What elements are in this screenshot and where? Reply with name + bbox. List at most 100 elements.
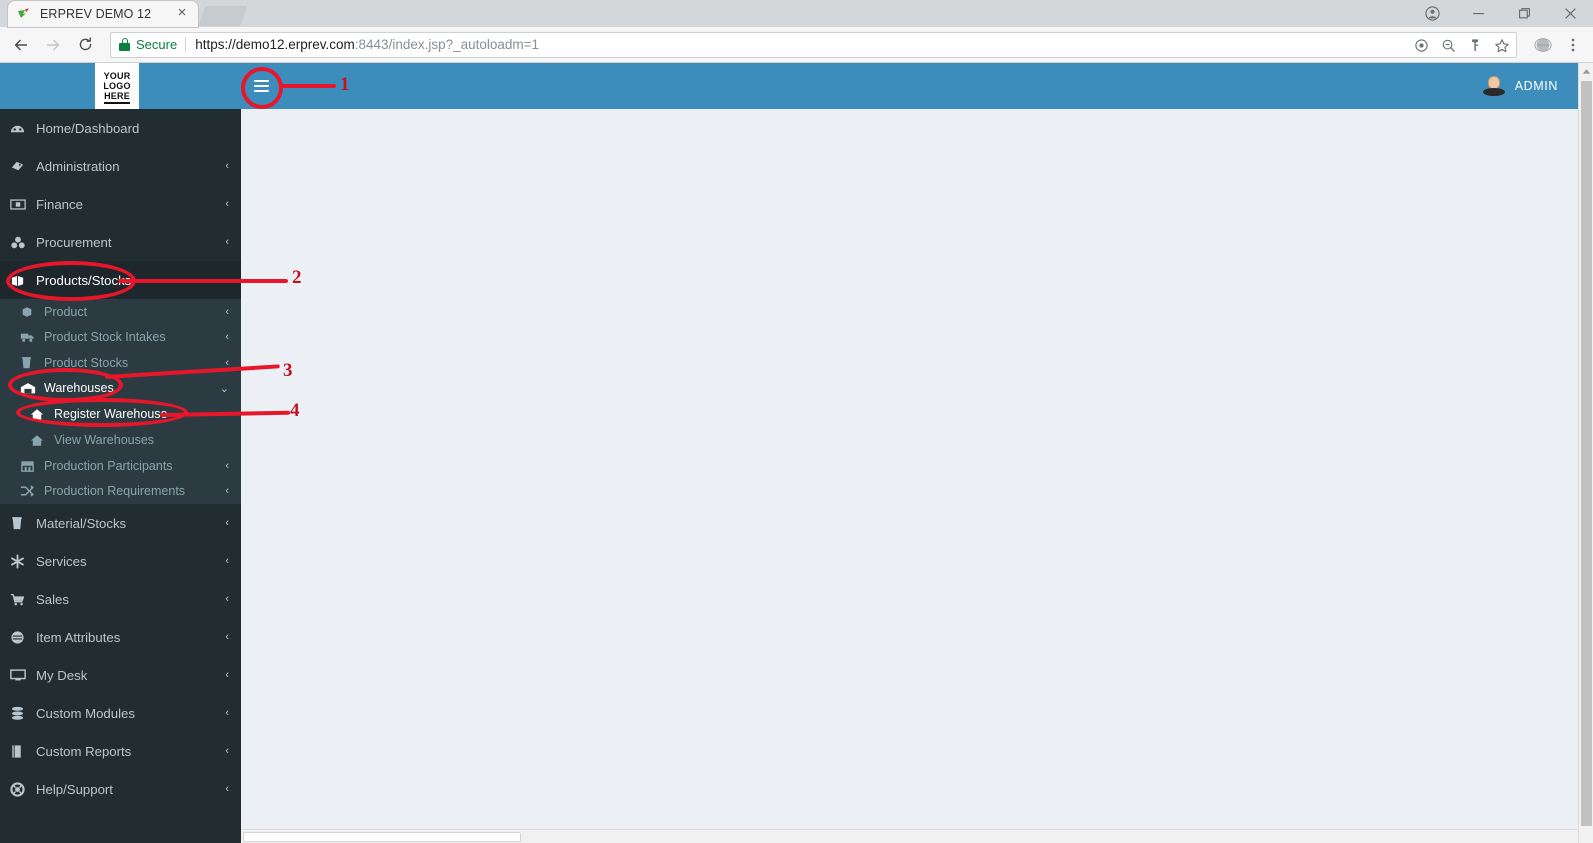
window-controls xyxy=(1409,0,1593,27)
sidebar-item-custom-reports[interactable]: Custom Reports ‹ xyxy=(0,732,241,770)
new-tab-button[interactable] xyxy=(198,6,248,26)
omnibox-icons xyxy=(1413,33,1510,59)
sidebar-item-material-stocks[interactable]: Material/Stocks ‹ xyxy=(0,504,241,542)
horizontal-scrollbar[interactable] xyxy=(241,829,1578,843)
tab-strip: ERPREV DEMO 12 × xyxy=(0,0,1593,27)
horizontal-scrollbar-thumb[interactable] xyxy=(243,832,521,842)
logo-line-3: HERE xyxy=(104,91,130,104)
sidebar-submenu-warehouses: Register Warehouse View Warehouses xyxy=(0,401,241,453)
maximize-button[interactable] xyxy=(1501,0,1547,27)
chevron-down-icon: ⌄ xyxy=(219,382,229,395)
sidebar-item-label: Services xyxy=(36,553,87,569)
sidebar-subitem-label: Production Requirements xyxy=(44,484,186,499)
sidebar-subitem-label: Product Stocks xyxy=(44,355,129,370)
lock-icon xyxy=(119,38,130,51)
chevron-left-icon: ‹ xyxy=(225,459,229,472)
hamburger-icon[interactable] xyxy=(241,63,281,109)
address-bar[interactable]: Secure https://demo12.erprev.com:8443/in… xyxy=(110,31,1517,59)
back-button[interactable] xyxy=(6,30,36,60)
box-open-icon xyxy=(10,273,36,288)
sidebar-item-item-attributes[interactable]: Item Attributes ‹ xyxy=(0,618,241,656)
page-viewport: YOUR LOGO HERE ADMIN Home/Dashboard Admi… xyxy=(0,63,1593,843)
sidebar-item-label: Help/Support xyxy=(36,781,113,797)
logo-line-1: YOUR xyxy=(103,70,131,81)
sidebar-nav[interactable]: Home/Dashboard Administration ‹ Finance … xyxy=(0,109,241,843)
sidebar-item-label: Finance xyxy=(36,196,83,212)
target-icon[interactable] xyxy=(1413,38,1429,54)
sidebar-item-administration[interactable]: Administration ‹ xyxy=(0,147,241,185)
sidebar-item-my-desk[interactable]: My Desk ‹ xyxy=(0,656,241,694)
sidebar-item-label: Home/Dashboard xyxy=(36,120,140,136)
browser-tab[interactable]: ERPREV DEMO 12 × xyxy=(8,1,198,27)
url-text: https://demo12.erprev.com:8443/index.jsp… xyxy=(195,37,539,52)
chevron-left-icon: ‹ xyxy=(225,593,229,605)
scroll-up-arrow-icon[interactable] xyxy=(1579,63,1593,79)
sidebar-subitem-warehouses[interactable]: Warehouses ⌄ xyxy=(0,376,241,402)
sidebar-item-label: Item Attributes xyxy=(36,629,121,645)
trash-stock-icon xyxy=(20,356,44,370)
toolbar-right xyxy=(1525,31,1587,59)
minimize-button[interactable] xyxy=(1455,0,1501,27)
bird-favicon xyxy=(16,6,32,22)
chevron-left-icon: ‹ xyxy=(225,517,229,529)
app-header: YOUR LOGO HERE ADMIN xyxy=(0,63,1578,109)
cart-icon xyxy=(10,592,36,607)
sidebar-item-products-stocks[interactable]: Products/Stocks xyxy=(0,261,241,299)
sidebar-item-services[interactable]: Services ‹ xyxy=(0,542,241,580)
zoom-out-icon[interactable] xyxy=(1440,38,1456,54)
sidebar-subitem-view-warehouses[interactable]: View Warehouses xyxy=(0,427,241,453)
app-logo[interactable]: YOUR LOGO HERE xyxy=(95,63,139,109)
truck-icon xyxy=(20,330,44,344)
sidebar-item-label: Custom Reports xyxy=(36,743,132,759)
factory-icon xyxy=(20,459,44,473)
cube-icon xyxy=(20,305,44,319)
sidebar-subitem-production-requirements[interactable]: Production Requirements ‹ xyxy=(0,479,241,505)
tags-icon xyxy=(10,159,36,174)
sidebar-item-custom-modules[interactable]: Custom Modules ‹ xyxy=(0,694,241,732)
sidebar-subitem-production-participants[interactable]: Production Participants ‹ xyxy=(0,453,241,479)
chevron-left-icon: ‹ xyxy=(225,631,229,643)
disc-icon xyxy=(10,630,36,645)
chevron-left-icon: ‹ xyxy=(225,331,229,344)
sidebar-item-label: Products/Stocks xyxy=(36,272,132,288)
chevron-left-icon: ‹ xyxy=(225,160,229,172)
sidebar-subitem-product-stocks[interactable]: Product Stocks ‹ xyxy=(0,350,241,376)
chevron-left-icon: ‹ xyxy=(225,356,229,369)
vertical-scrollbar-thumb[interactable] xyxy=(1581,81,1592,826)
forward-button[interactable] xyxy=(38,30,68,60)
sidebar-subitem-product[interactable]: Product ‹ xyxy=(0,299,241,325)
profile-icon[interactable] xyxy=(1409,0,1455,27)
sidebar-item-help-support[interactable]: Help/Support ‹ xyxy=(0,770,241,808)
tab-close-icon[interactable]: × xyxy=(174,5,190,22)
url-port: :8443 xyxy=(354,37,389,52)
browser-window: ERPREV DEMO 12 × Secure https://demo12.e… xyxy=(0,0,1593,843)
chevron-left-icon: ‹ xyxy=(225,485,229,498)
sidebar-subitem-product-stock-intakes[interactable]: Product Stock Intakes ‹ xyxy=(0,325,241,351)
key-icon[interactable] xyxy=(1467,38,1483,54)
star-icon[interactable] xyxy=(1494,38,1510,54)
user-name-label: ADMIN xyxy=(1514,79,1558,93)
sidebar-subitem-register-warehouse[interactable]: Register Warehouse xyxy=(0,401,241,427)
sidebar-item-label: Administration xyxy=(36,158,120,174)
sidebar-subitem-label: View Warehouses xyxy=(54,433,155,447)
main-content-area xyxy=(241,109,1578,843)
logo-line-2: LOGO xyxy=(103,80,131,91)
user-avatar-icon xyxy=(1482,75,1505,97)
sidebar-item-sales[interactable]: Sales ‹ xyxy=(0,580,241,618)
chevron-left-icon: ‹ xyxy=(225,305,229,318)
chevron-left-icon: ‹ xyxy=(225,198,229,210)
sidebar-subitem-label: Product xyxy=(44,304,88,319)
sidebar-subitem-label: Production Participants xyxy=(44,458,173,473)
chevron-left-icon: ‹ xyxy=(225,745,229,757)
vertical-scrollbar[interactable] xyxy=(1578,63,1593,843)
close-window-button[interactable] xyxy=(1547,0,1593,27)
sidebar-item-home-dashboard[interactable]: Home/Dashboard xyxy=(0,109,241,147)
sidebar-item-finance[interactable]: Finance ‹ xyxy=(0,185,241,223)
globe-extension-icon[interactable] xyxy=(1529,31,1557,59)
sidebar-subitem-label: Product Stock Intakes xyxy=(44,330,166,345)
user-menu[interactable]: ADMIN xyxy=(1482,63,1564,109)
three-dot-menu-icon[interactable] xyxy=(1559,31,1587,59)
reload-button[interactable] xyxy=(70,30,100,60)
chevron-left-icon: ‹ xyxy=(225,783,229,795)
sidebar-item-procurement[interactable]: Procurement ‹ xyxy=(0,223,241,261)
